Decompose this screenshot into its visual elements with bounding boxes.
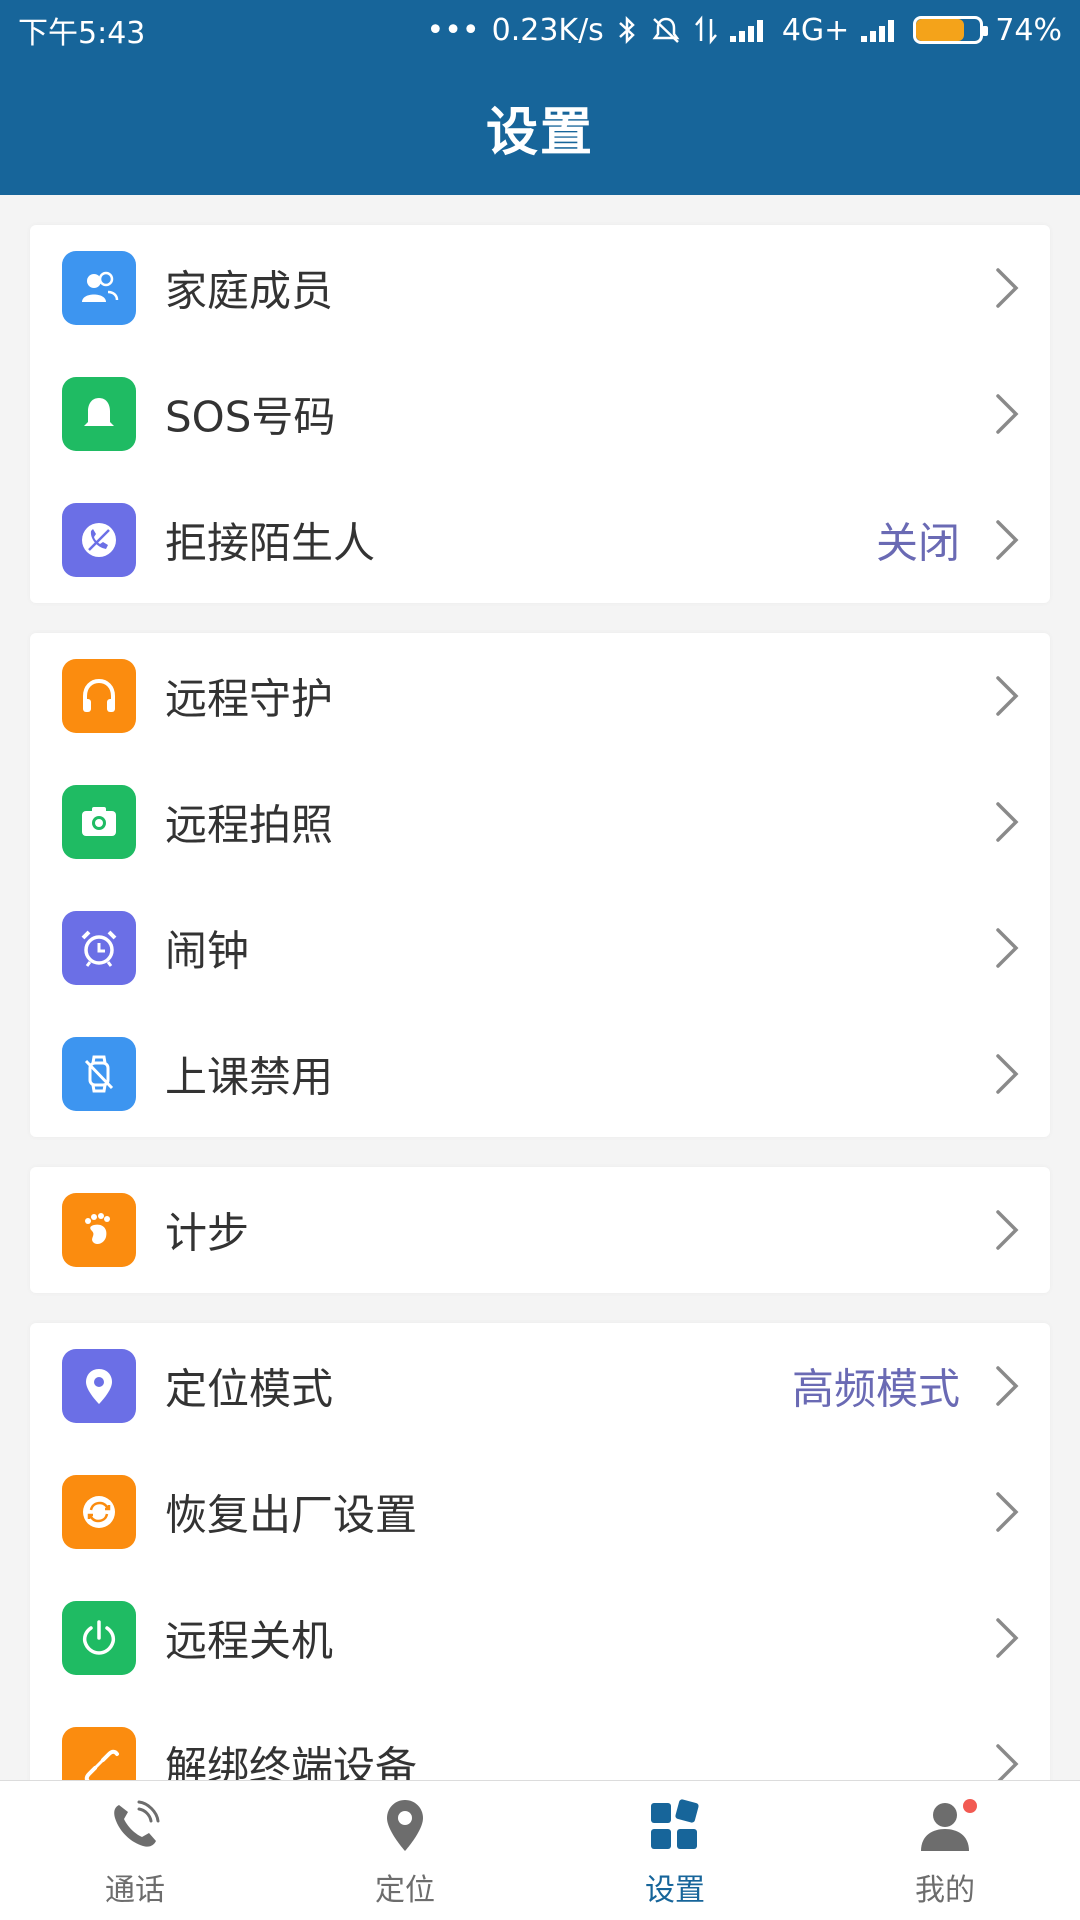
factory-reset-icon <box>62 1475 136 1549</box>
sos-bell-icon <box>62 377 136 451</box>
bottom-nav: 通话 定位 设置 我的 <box>0 1780 1080 1920</box>
setting-label: 解绑终端设备 <box>165 1742 418 1781</box>
setting-label: 远程关机 <box>165 1616 334 1666</box>
chevron-right-icon <box>996 928 1019 968</box>
setting-row-remote-photo[interactable]: 远程拍照 <box>30 759 1050 885</box>
setting-row-sos-number[interactable]: SOS号码 <box>30 351 1050 477</box>
settings-list: 家庭成员 SOS号码 拒接陌生人 关闭 远程守护 远程拍照 闹钟 上课禁用 计步… <box>0 195 1080 1780</box>
bluetooth-icon <box>618 15 635 45</box>
setting-label: 家庭成员 <box>165 266 334 316</box>
settings-tiles-icon <box>643 1793 707 1857</box>
chevron-right-icon <box>996 1210 1019 1250</box>
nav-label: 定位 <box>375 1873 435 1908</box>
settings-group-2: 远程守护 远程拍照 闹钟 上课禁用 <box>30 633 1050 1137</box>
chevron-right-icon <box>996 1618 1019 1658</box>
location-pin-icon <box>62 1349 136 1423</box>
chevron-right-icon <box>996 676 1019 716</box>
chevron-right-icon <box>996 394 1019 434</box>
chevron-right-icon <box>996 1366 1019 1406</box>
location-icon <box>373 1793 437 1857</box>
nav-label: 通话 <box>105 1873 165 1908</box>
setting-row-family-members[interactable]: 家庭成员 <box>30 225 1050 351</box>
nav-tab-settings[interactable]: 设置 <box>540 1781 810 1920</box>
status-time: 下午5:43 <box>18 16 146 51</box>
battery-icon <box>913 16 989 44</box>
setting-label: 计步 <box>165 1208 250 1258</box>
battery-fill <box>916 19 964 41</box>
settings-group-3: 计步 <box>30 1167 1050 1293</box>
setting-label: 定位模式 <box>165 1364 334 1414</box>
app-header: 设置 <box>0 60 1080 195</box>
signal-strength-2-icon <box>861 18 901 42</box>
family-members-icon <box>62 251 136 325</box>
setting-label: SOS号码 <box>165 392 336 442</box>
setting-label: 远程拍照 <box>165 800 334 850</box>
setting-value: 关闭 <box>875 518 960 568</box>
block-call-icon <box>62 503 136 577</box>
setting-label: 拒接陌生人 <box>165 518 376 568</box>
unlink-icon <box>62 1727 136 1780</box>
camera-icon <box>62 785 136 859</box>
network-type: 4G+ <box>781 12 850 48</box>
footprint-icon <box>62 1193 136 1267</box>
setting-label: 上课禁用 <box>165 1052 334 1102</box>
watch-disabled-icon <box>62 1037 136 1111</box>
status-bar: 下午5:43 ••• 0.23K/s 4G+ 74% <box>0 0 1080 60</box>
setting-row-alarm[interactable]: 闹钟 <box>30 885 1050 1011</box>
power-icon <box>62 1601 136 1675</box>
setting-label: 恢复出厂设置 <box>165 1490 418 1540</box>
status-right: ••• 0.23K/s 4G+ 74% <box>427 13 1062 48</box>
network-speed: 0.23K/s <box>491 12 604 48</box>
chevron-right-icon <box>996 520 1019 560</box>
page-title: 设置 <box>485 103 594 163</box>
setting-row-location-mode[interactable]: 定位模式 高频模式 <box>30 1323 1050 1449</box>
setting-row-factory-reset[interactable]: 恢复出厂设置 <box>30 1449 1050 1575</box>
chevron-right-icon <box>996 1492 1019 1532</box>
setting-row-class-disable[interactable]: 上课禁用 <box>30 1011 1050 1137</box>
status-left: 下午5:43 <box>18 8 145 52</box>
setting-label: 远程守护 <box>165 674 334 724</box>
chevron-right-icon <box>996 1054 1019 1094</box>
nav-tab-call[interactable]: 通话 <box>0 1781 270 1920</box>
nav-label: 设置 <box>645 1873 705 1908</box>
settings-group-4: 定位模式 高频模式 恢复出厂设置 远程关机 解绑终端设备 <box>30 1323 1050 1780</box>
alarm-clock-icon <box>62 911 136 985</box>
headphones-icon <box>62 659 136 733</box>
setting-label: 闹钟 <box>165 926 250 976</box>
setting-row-remote-shutdown[interactable]: 远程关机 <box>30 1575 1050 1701</box>
notification-badge <box>963 1799 977 1813</box>
settings-group-1: 家庭成员 SOS号码 拒接陌生人 关闭 <box>30 225 1050 603</box>
chevron-right-icon <box>996 802 1019 842</box>
app-root: 下午5:43 ••• 0.23K/s 4G+ 74% 设置 家庭成员 SOS号码… <box>0 0 1080 1920</box>
setting-row-pedometer[interactable]: 计步 <box>30 1167 1050 1293</box>
signal-strength-icon <box>729 18 770 42</box>
nav-tab-mine[interactable]: 我的 <box>810 1781 1080 1920</box>
setting-row-remote-guard[interactable]: 远程守护 <box>30 633 1050 759</box>
chevron-right-icon <box>996 1744 1019 1780</box>
setting-value: 高频模式 <box>791 1364 960 1414</box>
battery-percent: 74% <box>995 12 1062 48</box>
phone-icon <box>103 1793 167 1857</box>
setting-row-unbind-device[interactable]: 解绑终端设备 <box>30 1701 1050 1780</box>
alarm-muted-icon <box>652 17 680 43</box>
more-dots-icon: ••• <box>426 12 480 48</box>
data-transfer-icon <box>694 15 717 45</box>
setting-row-reject-strangers[interactable]: 拒接陌生人 关闭 <box>30 477 1050 603</box>
chevron-right-icon <box>996 268 1019 308</box>
nav-label: 我的 <box>915 1873 975 1908</box>
nav-tab-location[interactable]: 定位 <box>270 1781 540 1920</box>
